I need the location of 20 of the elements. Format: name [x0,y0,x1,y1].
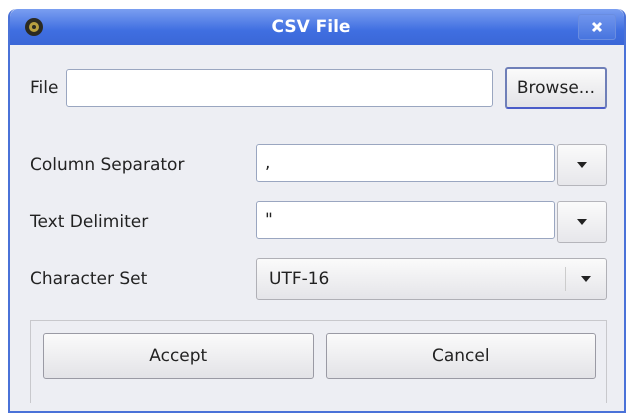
select-field[interactable]: UTF-16 [256,258,607,300]
dialog-button[interactable]: Cancel [326,333,596,379]
dialog-button[interactable]: Accept [43,333,314,379]
field-label: Character Set [30,269,148,289]
dropdown-button[interactable] [557,201,607,243]
field-label: Text Delimiter [30,212,150,232]
caret-icon [577,219,587,225]
close-button[interactable] [578,14,616,40]
caret-icon [581,276,591,282]
close-icon [591,21,603,33]
combo-field[interactable]: " [256,201,555,239]
field-label: Column Separator [30,155,186,175]
file-path-field[interactable] [66,69,493,107]
dropdown-button[interactable] [557,144,607,186]
combo-field[interactable]: , [256,144,555,182]
browse-button[interactable]: Browse... [504,67,607,109]
window-title: CSV File [270,17,352,37]
field-label: File [30,78,58,98]
app-icon [24,17,44,37]
caret-icon [577,162,587,168]
